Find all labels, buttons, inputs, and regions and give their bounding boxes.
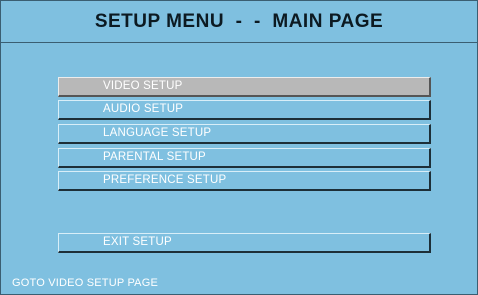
exit-setup-button[interactable]: EXIT SETUP [58,233,431,253]
menu-item-language-setup[interactable]: LANGUAGE SETUP [58,124,431,144]
title-bar: SETUP MENU - - MAIN PAGE [1,1,477,43]
status-text: GOTO VIDEO SETUP PAGE [12,277,159,289]
setup-screen: SETUP MENU - - MAIN PAGE VIDEO SETUP AUD… [0,0,478,295]
page-title: SETUP MENU - - MAIN PAGE [94,10,384,32]
menu-item-preference-setup[interactable]: PREFERENCE SETUP [58,171,431,191]
menu-item-audio-setup[interactable]: AUDIO SETUP [58,100,431,120]
menu-item-parental-setup[interactable]: PARENTAL SETUP [58,148,431,168]
menu-item-video-setup[interactable]: VIDEO SETUP [58,77,431,97]
